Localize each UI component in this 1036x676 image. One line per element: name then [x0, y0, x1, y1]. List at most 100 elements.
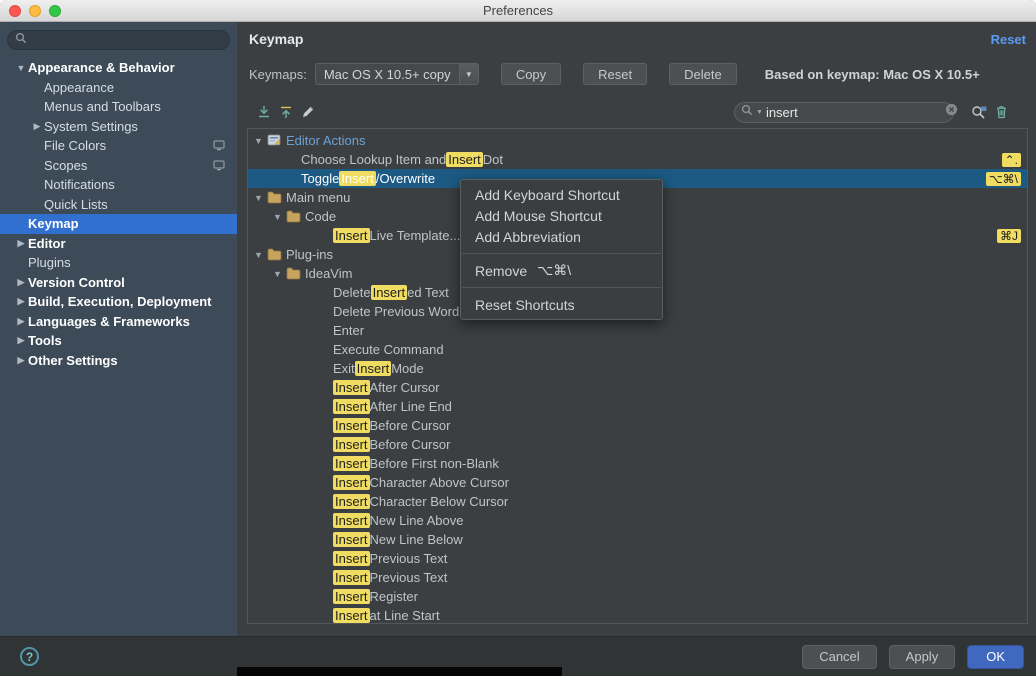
delete-button[interactable]: Delete: [669, 63, 737, 85]
search-highlight: Insert: [333, 475, 370, 490]
sidebar-item-appearance-behavior[interactable]: ▼ Appearance & Behavior: [0, 58, 237, 78]
tree-row-label: Main menu: [286, 190, 351, 205]
menu-item-add-keyboard-shortcut[interactable]: Add Keyboard Shortcut: [461, 184, 662, 205]
chevron-right-icon[interactable]: ▶: [14, 277, 28, 288]
zoom-window-button[interactable]: [49, 5, 61, 17]
sidebar-item-label: File Colors: [44, 138, 107, 154]
tree-action-row[interactable]: Exit Insert Mode: [248, 359, 1027, 378]
chevron-down-icon[interactable]: ▼: [273, 269, 286, 279]
project-level-icon: [213, 160, 225, 171]
chevron-right-icon[interactable]: ▶: [14, 238, 28, 249]
tree-action-row[interactable]: Insert After Line End: [248, 397, 1027, 416]
search-highlight: Insert: [333, 437, 370, 452]
tree-row-label: Before Cursor: [369, 418, 451, 433]
sidebar-item-appearance[interactable]: Appearance: [0, 78, 237, 98]
sidebar-item-tools[interactable]: ▶ Tools: [0, 331, 237, 351]
sidebar-item-quick-lists[interactable]: Quick Lists: [0, 195, 237, 215]
tree-action-row[interactable]: Insert at Line Start: [248, 606, 1027, 623]
sidebar-item-plugins[interactable]: Plugins: [0, 253, 237, 273]
chevron-right-icon[interactable]: ▶: [14, 335, 28, 346]
chevron-down-icon[interactable]: ▼: [254, 250, 267, 260]
action-search-input[interactable]: [765, 104, 942, 120]
tree-row-label: at Line Start: [369, 608, 440, 623]
sidebar-item-label: Menus and Toolbars: [44, 99, 161, 115]
tree-action-row[interactable]: Enter: [248, 321, 1027, 340]
project-level-icon: [213, 140, 225, 151]
settings-search-input[interactable]: [31, 33, 222, 47]
tree-action-row[interactable]: Choose Lookup Item and Insert Dot ⌃.: [248, 150, 1027, 169]
search-highlight: Insert: [333, 418, 370, 433]
reset-button[interactable]: Reset: [583, 63, 648, 85]
tree-action-row[interactable]: Execute Command: [248, 340, 1027, 359]
chevron-right-icon[interactable]: ▶: [14, 355, 28, 366]
minimize-window-button[interactable]: [29, 5, 41, 17]
sidebar-item-editor[interactable]: ▶ Editor: [0, 234, 237, 254]
sidebar-item-languages-frameworks[interactable]: ▶ Languages & Frameworks: [0, 312, 237, 332]
tree-action-row[interactable]: Insert Previous Text: [248, 568, 1027, 587]
copy-button[interactable]: Copy: [500, 63, 562, 85]
tree-action-row[interactable]: Insert Character Below Cursor: [248, 492, 1027, 511]
sidebar-item-menus-and-toolbars[interactable]: Menus and Toolbars: [0, 97, 237, 117]
chevron-down-icon[interactable]: ▼: [254, 193, 267, 203]
sidebar-item-file-colors[interactable]: File Colors: [0, 136, 237, 156]
sidebar-item-build-execution-deployment[interactable]: ▶ Build, Execution, Deployment: [0, 292, 237, 312]
chevron-right-icon[interactable]: ▶: [14, 296, 28, 307]
chevron-right-icon[interactable]: ▶: [14, 316, 28, 327]
expand-all-icon[interactable]: [253, 101, 275, 123]
shortcut-badge: ⌘J: [997, 228, 1021, 243]
sidebar-item-label: Tools: [28, 333, 62, 349]
search-options-chevron-icon[interactable]: ▼: [756, 109, 763, 116]
sidebar-item-system-settings[interactable]: ▶ System Settings: [0, 117, 237, 137]
close-window-button[interactable]: [9, 5, 21, 17]
page-title: Keymap: [249, 31, 304, 47]
tree-action-row[interactable]: Insert Character Above Cursor: [248, 473, 1027, 492]
tree-action-row[interactable]: Insert Before Cursor: [248, 435, 1027, 454]
sidebar-item-notifications[interactable]: Notifications: [0, 175, 237, 195]
trash-icon[interactable]: [990, 101, 1012, 123]
sidebar-item-version-control[interactable]: ▶ Version Control: [0, 273, 237, 293]
menu-item-reset-shortcuts[interactable]: Reset Shortcuts: [461, 294, 662, 315]
tree-action-row[interactable]: Insert Register: [248, 587, 1027, 606]
tree-action-row[interactable]: Insert Previous Text: [248, 549, 1027, 568]
action-search-field[interactable]: ▼: [734, 101, 958, 123]
chevron-right-icon[interactable]: ▶: [30, 121, 44, 132]
sidebar-item-label: Scopes: [44, 157, 88, 173]
ok-button[interactable]: OK: [967, 644, 1024, 669]
sidebar-tree: ▼ Appearance & Behavior Appearance Menus an…: [0, 58, 237, 636]
reset-link[interactable]: Reset: [991, 32, 1026, 47]
sidebar-item-other-settings[interactable]: ▶ Other Settings: [0, 351, 237, 371]
settings-sidebar: ▼ Appearance & Behavior Appearance Menus an…: [0, 22, 237, 636]
sidebar-item-keymap[interactable]: Keymap: [0, 214, 237, 234]
tree-action-row[interactable]: Insert New Line Below: [248, 530, 1027, 549]
settings-search-field[interactable]: [7, 30, 230, 50]
find-by-shortcut-icon[interactable]: [968, 101, 990, 123]
help-icon[interactable]: ?: [20, 647, 39, 666]
collapse-all-icon[interactable]: [275, 101, 297, 123]
edit-shortcut-icon[interactable]: [297, 101, 319, 123]
tree-action-row[interactable]: Insert Before Cursor: [248, 416, 1027, 435]
background-dock-strip: [237, 667, 562, 676]
search-highlight: Insert: [354, 361, 392, 376]
keymap-select[interactable]: Mac OS X 10.5+ copy ▼: [314, 63, 479, 85]
chevron-down-icon[interactable]: ▼: [273, 212, 286, 222]
based-on-keymap-text: Based on keymap: Mac OS X 10.5+: [764, 66, 980, 82]
menu-item-remove[interactable]: Remove ⌥⌘\: [461, 260, 662, 281]
sidebar-item-label: Version Control: [28, 274, 125, 290]
search-highlight: Insert: [333, 399, 370, 414]
tree-action-row[interactable]: Insert Before First non-Blank: [248, 454, 1027, 473]
chevron-down-icon[interactable]: ▼: [254, 136, 267, 146]
tree-action-row[interactable]: Insert New Line Above: [248, 511, 1027, 530]
apply-button[interactable]: Apply: [888, 644, 956, 669]
tree-row-label: After Cursor: [369, 380, 440, 395]
cancel-button[interactable]: Cancel: [802, 644, 877, 669]
chevron-down-icon[interactable]: ▼: [458, 64, 478, 84]
menu-item-label: Remove: [475, 262, 528, 279]
sidebar-item-scopes[interactable]: Scopes: [0, 156, 237, 176]
tree-group-row[interactable]: ▼ Editor Actions: [248, 131, 1027, 150]
menu-item-add-abbreviation[interactable]: Add Abbreviation: [461, 226, 662, 247]
clear-search-icon[interactable]: [945, 103, 958, 121]
menu-item-add-mouse-shortcut[interactable]: Add Mouse Shortcut: [461, 205, 662, 226]
chevron-down-icon[interactable]: ▼: [14, 63, 28, 73]
tree-action-row[interactable]: Insert After Cursor: [248, 378, 1027, 397]
search-highlight: Insert: [333, 551, 370, 566]
